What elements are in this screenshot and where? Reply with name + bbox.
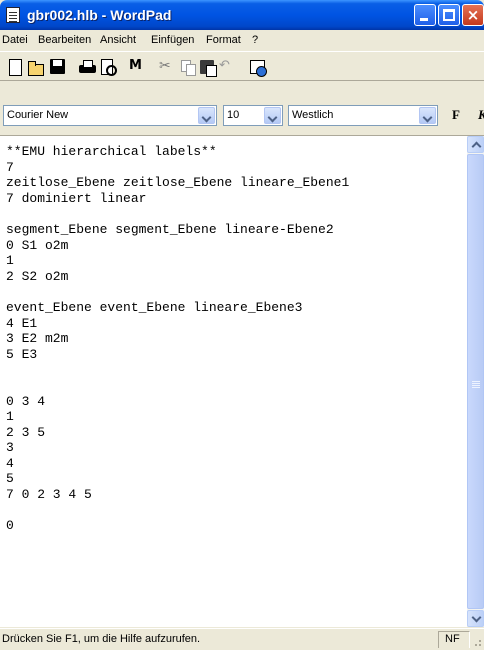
find-binoculars-icon[interactable]: M (129, 58, 147, 76)
font-name-select[interactable]: Courier New (3, 105, 217, 126)
script-select[interactable]: Westlich (288, 105, 438, 126)
menu-help[interactable]: ? (252, 34, 258, 46)
status-mode: NF (445, 633, 460, 645)
document-text-area[interactable]: **EMU hierarchical labels** 7 zeitlose_Ebe… (0, 136, 467, 627)
document-line[interactable] (6, 206, 467, 222)
document-line[interactable]: 7 0 2 3 4 5 (6, 487, 467, 503)
save-disk-icon[interactable] (49, 58, 67, 76)
close-icon: × (466, 6, 480, 24)
document-line[interactable]: 7 (6, 160, 467, 176)
chevron-down-icon[interactable] (198, 107, 215, 124)
print-preview-icon[interactable] (99, 58, 117, 76)
document-line[interactable]: segment_Ebene segment_Ebene lineare-Eben… (6, 222, 467, 238)
document-line[interactable] (6, 503, 467, 519)
document-line[interactable]: 5 (6, 471, 467, 487)
chevron-down-icon[interactable] (264, 107, 281, 124)
document-line[interactable]: 7 dominiert linear (6, 191, 467, 207)
document-line[interactable]: 3 (6, 440, 467, 456)
open-folder-icon[interactable] (27, 58, 45, 76)
copy-icon[interactable] (179, 58, 197, 76)
standard-toolbar: M ✂ ↶ (0, 51, 484, 81)
close-button[interactable]: × (462, 4, 484, 26)
paste-icon[interactable] (199, 58, 217, 77)
menu-bearbeiten[interactable]: Bearbeiten (38, 34, 91, 46)
window-title: gbr002.hlb - WordPad (27, 7, 172, 23)
document-line[interactable]: event_Ebene event_Ebene lineare_Ebene3 (6, 300, 467, 316)
print-icon[interactable] (79, 58, 97, 76)
document-line[interactable] (6, 378, 467, 394)
scrollbar-grip-icon (472, 381, 480, 382)
document-line[interactable]: **EMU hierarchical labels** (6, 144, 467, 160)
title-bar[interactable]: gbr002.hlb - WordPad × (0, 0, 484, 30)
status-help-text: Drücken Sie F1, um die Hilfe aufzurufen. (2, 633, 201, 645)
vertical-scrollbar[interactable] (467, 136, 484, 627)
document-line[interactable]: 2 S2 o2m (6, 269, 467, 285)
document-line[interactable]: 0 (6, 518, 467, 534)
minimize-icon (420, 18, 428, 21)
date-time-icon[interactable] (249, 58, 267, 77)
script-value: Westlich (292, 109, 334, 121)
bold-button[interactable]: F (452, 107, 460, 123)
status-mode-panel: NF (438, 631, 470, 648)
document-line[interactable]: 5 E3 (6, 347, 467, 363)
resize-grip-icon[interactable] (472, 637, 482, 647)
menu-format[interactable]: Format (206, 34, 241, 46)
undo-icon[interactable]: ↶ (219, 58, 237, 76)
cut-scissors-icon[interactable]: ✂ (159, 58, 177, 76)
minimize-button[interactable] (414, 4, 436, 26)
chevron-down-icon[interactable] (419, 107, 436, 124)
document-line[interactable]: 4 (6, 456, 467, 472)
menu-datei[interactable]: Datei (2, 34, 28, 46)
document-line[interactable] (6, 362, 467, 378)
maximize-button[interactable] (438, 4, 460, 26)
new-document-icon[interactable] (7, 58, 25, 76)
status-bar: Drücken Sie F1, um die Hilfe aufzurufen.… (0, 628, 484, 650)
menu-einfuegen[interactable]: Einfügen (151, 34, 194, 46)
maximize-icon (443, 9, 455, 21)
scrollbar-thumb[interactable] (467, 154, 484, 609)
document-line[interactable]: 0 3 4 (6, 394, 467, 410)
document-line[interactable]: zeitlose_Ebene zeitlose_Ebene lineare_Eb… (6, 175, 467, 191)
italic-button[interactable]: K (478, 107, 484, 123)
document-line[interactable]: 0 S1 o2m (6, 238, 467, 254)
menu-bar: Datei Bearbeiten Ansicht Einfügen Format… (0, 30, 484, 50)
menu-ansicht[interactable]: Ansicht (100, 34, 136, 46)
document-line[interactable]: 1 (6, 409, 467, 425)
document-line[interactable]: 3 E2 m2m (6, 331, 467, 347)
scroll-up-arrow-icon[interactable] (467, 136, 484, 153)
document-line[interactable]: 2 3 5 (6, 425, 467, 441)
font-name-value: Courier New (7, 109, 69, 121)
font-size-value: 10 (227, 109, 240, 121)
wordpad-document-icon[interactable] (6, 7, 20, 23)
document-line[interactable]: 1 (6, 253, 467, 269)
wordpad-window: gbr002.hlb - WordPad × Datei Bearbeiten … (0, 0, 484, 650)
scroll-down-arrow-icon[interactable] (467, 610, 484, 627)
document-line[interactable] (6, 284, 467, 300)
font-size-select[interactable]: 10 (223, 105, 283, 126)
document-line[interactable]: 4 E1 (6, 316, 467, 332)
